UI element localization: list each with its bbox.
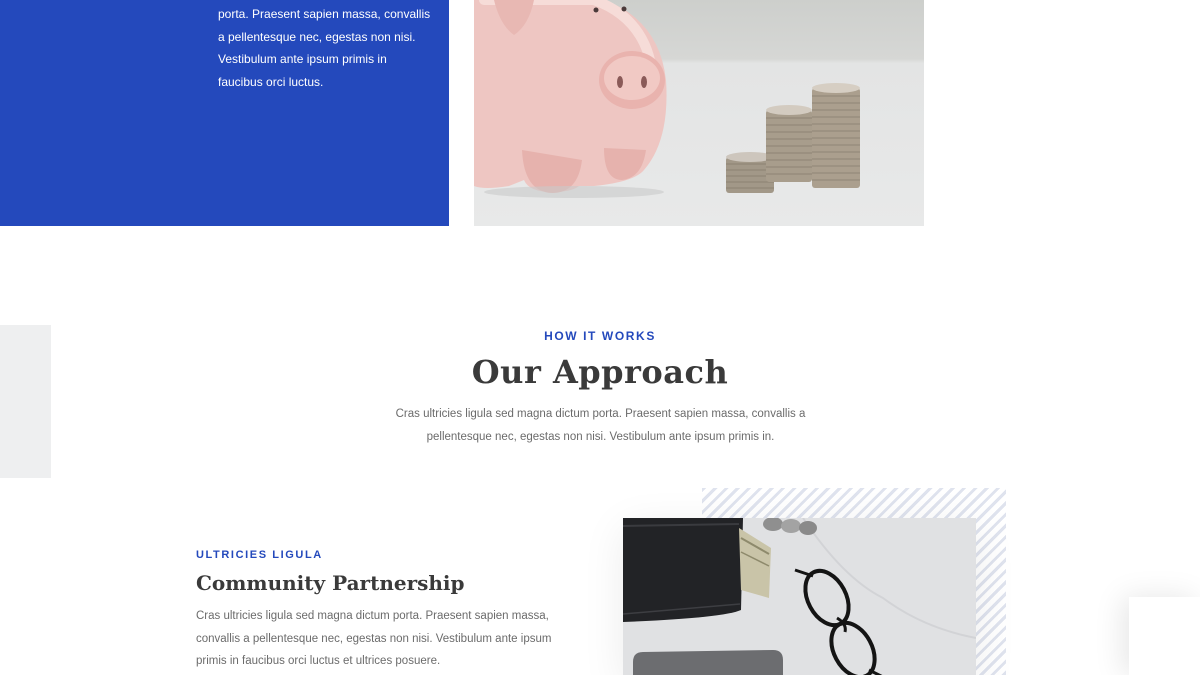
wallet-glasses-photo xyxy=(623,518,976,675)
section-title: Our Approach xyxy=(471,353,729,391)
decorative-grey-strip xyxy=(0,325,51,478)
blue-panel-text: porta. Praesent sapien massa, convallis … xyxy=(218,7,431,89)
feature-title: Community Partnership xyxy=(196,571,465,595)
decorative-card xyxy=(1129,597,1200,675)
section-eyebrow: HOW IT WORKS xyxy=(544,329,656,343)
piggy-bank-photo xyxy=(474,0,924,226)
section-description: Cras ultricies ligula sed magna dictum p… xyxy=(395,408,806,443)
blue-text-panel: porta. Praesent sapien massa, convallis … xyxy=(0,0,449,226)
feature-eyebrow: ULTRICIES LIGULA xyxy=(196,549,323,561)
feature-description: Cras ultricies ligula sed magna dictum p… xyxy=(196,610,552,667)
